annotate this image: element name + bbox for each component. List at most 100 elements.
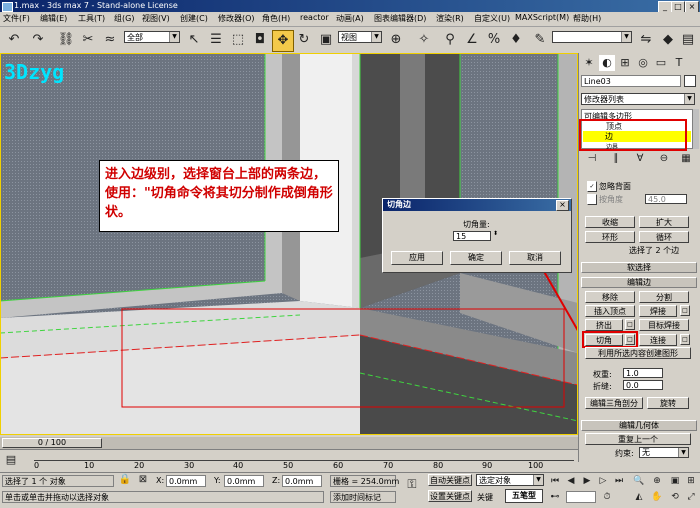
grow-button[interactable]: 扩大 (639, 216, 689, 228)
extrude-button[interactable]: 挤出 (585, 319, 623, 331)
remove-button[interactable]: 移除 (585, 291, 635, 303)
menu-animation[interactable]: 动画(A) (336, 13, 364, 24)
menu-graph-editors[interactable]: 图表编辑器(D) (374, 13, 426, 24)
repeat-last-button[interactable]: 重复上一个 (585, 433, 691, 445)
select-manipulate-icon[interactable]: ✧ (414, 30, 434, 50)
window-crossing-icon[interactable]: ◘ (250, 30, 270, 50)
key-icon[interactable]: ⚿ (402, 477, 422, 491)
create-shape-button[interactable]: 利用所选内容创建图形 (585, 347, 691, 359)
angle-value-field[interactable]: 45.0 (645, 194, 687, 204)
add-time-tag-button[interactable]: 添加时间标记 (330, 491, 396, 503)
align-icon[interactable]: ◆ (658, 30, 678, 50)
weld-button[interactable]: 焊接 (639, 305, 677, 317)
current-frame-field[interactable] (566, 491, 596, 503)
snap-toggle-icon[interactable]: ⚲ (440, 30, 460, 50)
spinner-icon[interactable]: ⬍ (493, 230, 498, 237)
time-slider[interactable]: 0 / 100 (0, 437, 578, 449)
menu-rendering[interactable]: 渲染(R) (436, 13, 464, 24)
mini-curve-editor-icon[interactable]: ▤ (2, 451, 20, 469)
weld-settings-icon[interactable]: □ (680, 305, 690, 316)
previous-frame-icon[interactable]: ◀ (564, 474, 578, 488)
utilities-tab-icon[interactable]: T (671, 55, 687, 71)
connect-button[interactable]: 连接 (639, 334, 677, 346)
target-weld-button[interactable]: 目标焊接 (639, 319, 689, 331)
zoom-extents-all-icon[interactable]: ⊞ (684, 474, 698, 488)
motion-tab-icon[interactable]: ◎ (635, 55, 651, 71)
absolute-mode-icon[interactable]: ⊠ (136, 473, 150, 487)
bind-space-warp-icon[interactable]: ≈ (100, 30, 120, 50)
zoom-icon[interactable]: 🔍 (632, 474, 646, 488)
cancel-button[interactable]: 取消 (509, 251, 561, 265)
z-coordinate-field[interactable]: 0.0mm (282, 475, 322, 487)
by-angle-checkbox[interactable] (587, 194, 597, 205)
mirror-icon[interactable]: ⇋ (636, 30, 656, 50)
create-tab-icon[interactable]: ✶ (581, 55, 597, 71)
loop-button[interactable]: 循环 (639, 231, 689, 243)
menu-modifiers[interactable]: 修改器(O) (218, 13, 255, 24)
key-filter-dropdown[interactable]: 选定对象 ▼ (476, 474, 544, 486)
insert-vertex-button[interactable]: 插入顶点 (585, 305, 635, 317)
track-bar[interactable]: ▤ 0 10 20 30 40 50 60 70 80 90 100 (0, 449, 578, 472)
edit-geometry-rollout[interactable]: 编辑几何体 (581, 420, 697, 431)
menu-help[interactable]: 帮助(H) (573, 13, 601, 24)
set-key-button[interactable]: 设置关键点 (428, 490, 472, 502)
play-icon[interactable]: ▶ (580, 474, 594, 488)
menu-group[interactable]: 组(G) (114, 13, 134, 24)
extrude-settings-icon[interactable]: □ (625, 319, 635, 330)
select-by-name-icon[interactable]: ☰ (206, 30, 226, 50)
go-to-start-icon[interactable]: ⏮ (548, 474, 562, 488)
pivot-center-icon[interactable]: ⊕ (386, 30, 406, 50)
show-end-result-icon[interactable]: ∥ (609, 152, 623, 166)
named-selection-icon[interactable]: ✎ (530, 30, 550, 50)
shrink-button[interactable]: 收缩 (585, 216, 635, 228)
menu-tools[interactable]: 工具(T) (78, 13, 105, 24)
object-name-field[interactable]: Line03 (581, 75, 681, 87)
modify-tab-icon[interactable]: ◐ (599, 55, 615, 71)
zoom-extents-icon[interactable]: ▣ (668, 474, 682, 488)
menu-views[interactable]: 视图(V) (142, 13, 170, 24)
next-frame-icon[interactable]: ▷ (596, 474, 610, 488)
angle-snap-icon[interactable]: ∠ (462, 30, 482, 50)
edit-edges-rollout[interactable]: 编辑边 (581, 277, 697, 288)
redo-icon[interactable]: ↷ (28, 30, 48, 50)
percent-snap-icon[interactable]: % (484, 30, 504, 50)
selection-filter-dropdown[interactable]: 全部 ▼ (124, 31, 180, 43)
time-configuration-icon[interactable]: ⏱ (600, 490, 614, 504)
menu-create[interactable]: 创建(C) (180, 13, 208, 24)
menu-customize[interactable]: 自定义(U) (474, 13, 510, 24)
display-tab-icon[interactable]: ▭ (653, 55, 669, 71)
object-color-swatch[interactable] (684, 75, 696, 87)
modifier-list-dropdown[interactable]: 修改器列表 ▼ (581, 93, 695, 105)
go-to-end-icon[interactable]: ⏭ (612, 474, 626, 488)
menu-edit[interactable]: 编辑(E) (40, 13, 67, 24)
weight-field[interactable]: 1.0 (623, 368, 663, 378)
select-object-icon[interactable]: ↖ (184, 30, 204, 50)
layer-manager-icon[interactable]: ▤ (678, 30, 698, 50)
key-mode-icon[interactable]: ⊷ (548, 490, 562, 504)
named-selection-sets-dropdown[interactable]: ▼ (552, 31, 632, 43)
constraints-dropdown[interactable]: 无 ▼ (639, 447, 689, 458)
select-and-scale-icon[interactable]: ▣ (316, 30, 336, 50)
ignore-backfacing-checkbox[interactable]: ✓ (587, 181, 597, 192)
select-and-move-icon[interactable]: ✥ (272, 30, 294, 52)
configure-sets-icon[interactable]: ▦ (679, 152, 693, 166)
chamfer-amount-input[interactable]: 15 (453, 231, 491, 241)
y-coordinate-field[interactable]: 0.0mm (224, 475, 264, 487)
unlink-icon[interactable]: ✂ (78, 30, 98, 50)
hierarchy-tab-icon[interactable]: ⊞ (617, 55, 633, 71)
field-of-view-icon[interactable]: ◭ (632, 490, 646, 504)
dialog-close-button[interactable]: × (556, 200, 569, 211)
key-filters-label[interactable]: 关键 (477, 492, 493, 503)
arc-rotate-icon[interactable]: ⟲ (668, 490, 682, 504)
x-coordinate-field[interactable]: 0.0mm (166, 475, 206, 487)
undo-icon[interactable]: ↶ (4, 30, 24, 50)
lock-selection-icon[interactable]: 🔒 (118, 473, 132, 487)
spinner-snap-icon[interactable]: ♦ (506, 30, 526, 50)
crease-field[interactable]: 0.0 (623, 380, 663, 390)
edit-triangulation-button[interactable]: 编辑三角剖分 (585, 397, 643, 409)
menu-reactor[interactable]: reactor (300, 13, 329, 22)
apply-button[interactable]: 应用 (391, 251, 443, 265)
rectangular-selection-icon[interactable]: ⬚ (228, 30, 248, 50)
remove-modifier-icon[interactable]: ⊖ (657, 152, 671, 166)
maximize-viewport-icon[interactable]: ⤢ (684, 490, 698, 504)
